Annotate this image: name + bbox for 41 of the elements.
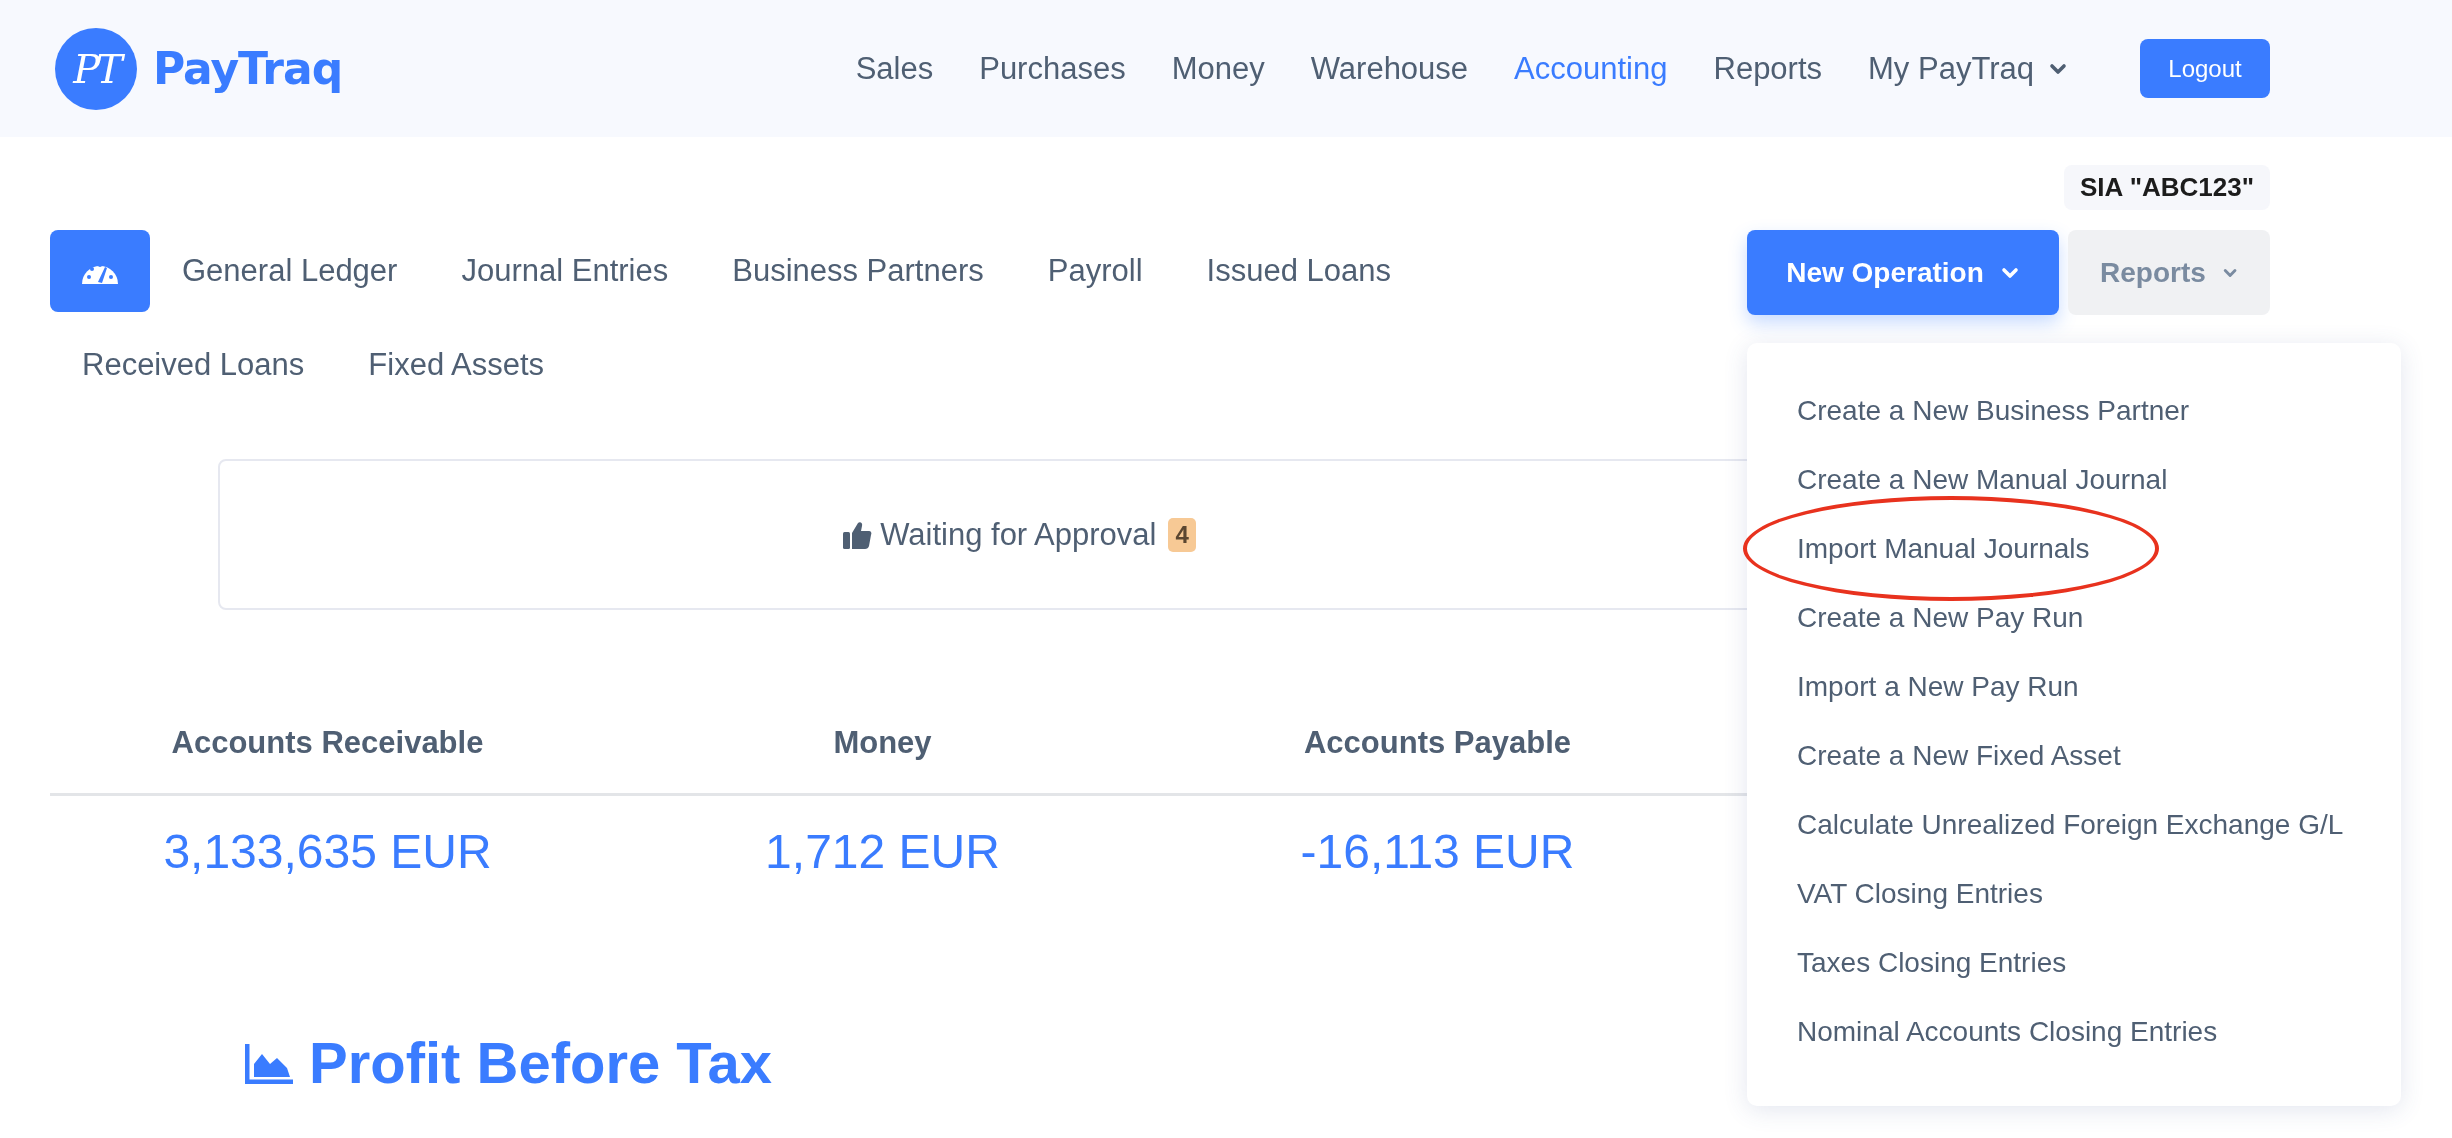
logo-mark: PT xyxy=(55,27,137,110)
nav-tab[interactable]: Business Partners xyxy=(700,230,1016,312)
nav-link[interactable]: Money xyxy=(1171,50,1265,87)
nav-link[interactable]: Sales xyxy=(855,50,934,87)
nav-tab[interactable]: Payroll xyxy=(1015,230,1175,312)
menu-item[interactable]: Create a New Fixed Asset xyxy=(1747,721,2401,790)
nav-link[interactable]: Purchases xyxy=(979,50,1126,87)
approval-label: Waiting for Approval xyxy=(880,516,1157,553)
thumbs-up-icon xyxy=(842,519,873,550)
dashboard-tab[interactable] xyxy=(50,230,150,312)
nav-tab[interactable]: General Ledger xyxy=(150,230,430,312)
menu-item[interactable]: Calculate Unrealized Foreign Exchange G/L xyxy=(1747,790,2401,859)
menu-item[interactable]: VAT Closing Entries xyxy=(1747,859,2401,928)
stat-value: 1,712 EUR xyxy=(765,825,1000,878)
nav-tab[interactable]: Fixed Assets xyxy=(336,324,577,406)
nav-link[interactable]: My PayTraq xyxy=(1868,50,2068,87)
logo-text: PayTraq xyxy=(153,43,343,94)
stat-value: 3,133,635 EUR xyxy=(163,825,492,878)
menu-item[interactable]: Create a New Business Partner xyxy=(1747,376,2401,445)
new-operation-button[interactable]: New Operation xyxy=(1747,230,2059,315)
company-label: SIA "ABC123" xyxy=(2064,165,2270,210)
menu-item[interactable]: Import Manual Journals xyxy=(1747,514,2401,583)
section-title: Profit Before Tax xyxy=(309,1029,772,1096)
menu-item[interactable]: Create a New Pay Run xyxy=(1747,583,2401,652)
nav-tab[interactable]: Received Loans xyxy=(50,324,337,406)
nav-link[interactable]: Reports xyxy=(1713,50,1823,87)
stat-title: Accounts Receivable xyxy=(171,725,484,760)
menu-item[interactable]: Nominal Accounts Closing Entries xyxy=(1747,997,2401,1066)
menu-item[interactable]: Create a New Manual Journal xyxy=(1747,445,2401,514)
logout-button[interactable]: Logout xyxy=(2140,39,2270,98)
count-badge: 4 xyxy=(1168,517,1196,552)
stat-title: Accounts Payable xyxy=(1303,725,1571,760)
nav-tab[interactable]: Issued Loans xyxy=(1174,230,1423,312)
menu-item[interactable]: Import a New Pay Run xyxy=(1747,652,2401,721)
area-chart-icon xyxy=(245,1041,295,1084)
stat-value: -16,113 EUR xyxy=(1300,825,1575,878)
stat-title: Money xyxy=(833,725,932,760)
nav-link[interactable]: Warehouse xyxy=(1310,50,1469,87)
nav-link[interactable]: Accounting xyxy=(1514,50,1668,87)
menu-item[interactable]: Taxes Closing Entries xyxy=(1747,928,2401,997)
nav-tab[interactable]: Journal Entries xyxy=(429,230,701,312)
